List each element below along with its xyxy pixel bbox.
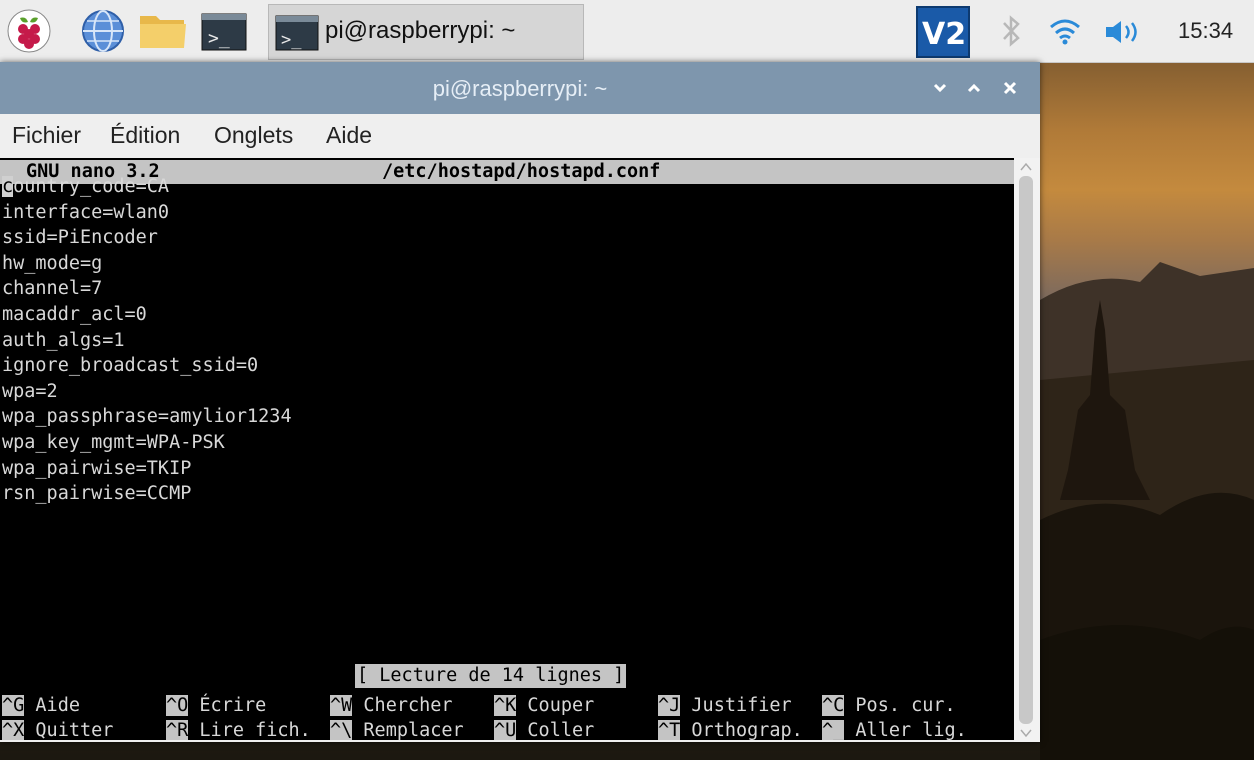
shortcut-key: ^G bbox=[2, 695, 25, 716]
task-label: pi@raspberrypi: ~ bbox=[325, 17, 516, 44]
shortcut-label: Orthograp. bbox=[680, 720, 803, 740]
shortcut-label: Pos. cur. bbox=[844, 695, 956, 716]
shortcut-label: Quitter bbox=[24, 720, 114, 740]
shortcut-key: ^K bbox=[494, 695, 517, 716]
file-line[interactable]: channel=7 bbox=[2, 276, 102, 301]
clock[interactable]: 15:34 bbox=[1178, 18, 1233, 44]
file-line[interactable]: wpa_key_mgmt=WPA-PSK bbox=[2, 430, 225, 455]
file-line[interactable]: wpa_passphrase=amylior1234 bbox=[2, 404, 292, 429]
shortcut-item[interactable]: ^J Justifier bbox=[658, 693, 792, 718]
shortcut-item[interactable]: ^R Lire fich. bbox=[166, 718, 311, 740]
minimize-icon[interactable] bbox=[928, 76, 952, 100]
file-line[interactable]: macaddr_acl=0 bbox=[2, 302, 147, 327]
file-line[interactable]: auth_algs=1 bbox=[2, 328, 125, 353]
maximize-icon[interactable] bbox=[962, 76, 986, 100]
shortcut-label: Justifier bbox=[680, 695, 792, 716]
nano-filename: /etc/hostapd/hostapd.conf bbox=[382, 161, 661, 182]
terminal-icon: >_ bbox=[275, 15, 319, 51]
shortcut-item[interactable]: ^C Pos. cur. bbox=[822, 693, 956, 718]
file-line[interactable]: interface=wlan0 bbox=[2, 200, 169, 225]
shortcut-label: Remplacer bbox=[352, 720, 464, 740]
svg-text:>_: >_ bbox=[208, 28, 230, 49]
shortcut-label: Aide bbox=[24, 695, 80, 716]
shortcut-label: Lire fich. bbox=[188, 720, 311, 740]
nano-status-message: [ Lecture de 14 lignes ] bbox=[355, 664, 627, 688]
shortcut-item[interactable]: ^\ Remplacer bbox=[330, 718, 464, 740]
file-line[interactable]: ignore_broadcast_ssid=0 bbox=[2, 353, 258, 378]
shortcut-label: Chercher bbox=[352, 695, 453, 716]
menu-bar: Fichier Édition Onglets Aide bbox=[0, 114, 1040, 158]
file-line[interactable]: rsn_pairwise=CCMP bbox=[2, 481, 191, 506]
scrollbar-thumb[interactable] bbox=[1019, 176, 1033, 724]
shortcut-key: ^X bbox=[2, 720, 25, 740]
shortcut-label: Aller lig. bbox=[844, 720, 967, 740]
shortcut-label: Écrire bbox=[188, 695, 267, 716]
shortcut-key: ^C bbox=[822, 695, 845, 716]
shortcut-key: ^T bbox=[658, 720, 681, 740]
svg-text:V2: V2 bbox=[922, 17, 966, 52]
volume-icon[interactable] bbox=[1104, 18, 1154, 51]
scroll-down-icon[interactable] bbox=[1020, 728, 1032, 738]
file-line[interactable]: ssid=PiEncoder bbox=[2, 225, 158, 250]
file-line[interactable]: wpa=2 bbox=[2, 379, 58, 404]
shortcut-label: Coller bbox=[516, 720, 595, 740]
svg-text:>_: >_ bbox=[281, 30, 302, 50]
close-icon[interactable] bbox=[998, 76, 1022, 100]
terminal-area[interactable]: GNU nano 3.2 /etc/hostapd/hostapd.conf c… bbox=[0, 158, 1014, 740]
web-browser-icon[interactable] bbox=[80, 8, 126, 54]
menu-aide[interactable]: Aide bbox=[326, 122, 372, 149]
shortcut-item[interactable]: ^X Quitter bbox=[2, 718, 113, 740]
shortcut-item[interactable]: ^_ Aller lig. bbox=[822, 718, 967, 740]
shortcut-key: ^_ bbox=[822, 720, 845, 740]
file-line[interactable]: wpa_pairwise=TKIP bbox=[2, 456, 191, 481]
shortcut-key: ^R bbox=[166, 720, 189, 740]
bluetooth-icon[interactable] bbox=[1000, 14, 1022, 53]
shortcut-item[interactable]: ^K Couper bbox=[494, 693, 594, 718]
shortcut-item[interactable]: ^G Aide bbox=[2, 693, 80, 718]
menu-fichier[interactable]: Fichier bbox=[12, 122, 81, 149]
file-line[interactable]: hw_mode=g bbox=[2, 251, 102, 276]
shortcut-key: ^J bbox=[658, 695, 681, 716]
top-panel: >_ >_ pi@raspberrypi: ~ V2 15:34 bbox=[0, 0, 1254, 63]
menu-edition[interactable]: Édition bbox=[110, 122, 180, 149]
shortcut-key: ^W bbox=[330, 695, 353, 716]
file-manager-icon[interactable] bbox=[138, 8, 186, 54]
shortcut-item[interactable]: ^U Coller bbox=[494, 718, 594, 740]
vnc-icon[interactable]: V2 bbox=[916, 6, 970, 63]
shortcut-key: ^U bbox=[494, 720, 517, 740]
window-titlebar[interactable]: pi@raspberrypi: ~ bbox=[0, 62, 1040, 114]
scroll-up-icon[interactable] bbox=[1020, 162, 1032, 172]
terminal-scrollbar[interactable] bbox=[1014, 158, 1040, 742]
wifi-icon[interactable] bbox=[1048, 16, 1082, 51]
shortcut-item[interactable]: ^W Chercher bbox=[330, 693, 453, 718]
text-cursor: c bbox=[2, 176, 14, 197]
terminal-icon[interactable]: >_ bbox=[200, 8, 247, 54]
raspberry-menu-icon[interactable] bbox=[6, 8, 52, 54]
shortcut-label: Couper bbox=[516, 695, 595, 716]
shortcut-key: ^\ bbox=[330, 720, 353, 740]
menu-onglets[interactable]: Onglets bbox=[214, 122, 293, 149]
taskbar-terminal-task[interactable]: >_ pi@raspberrypi: ~ bbox=[268, 4, 584, 60]
file-line[interactable]: country_code=CA bbox=[2, 174, 169, 199]
shortcut-item[interactable]: ^O Écrire bbox=[166, 693, 266, 718]
shortcut-item[interactable]: ^T Orthograp. bbox=[658, 718, 803, 740]
shortcut-key: ^O bbox=[166, 695, 189, 716]
terminal-window: pi@raspberrypi: ~ Fichier Édition Onglet… bbox=[0, 62, 1040, 742]
window-title: pi@raspberrypi: ~ bbox=[432, 76, 608, 101]
